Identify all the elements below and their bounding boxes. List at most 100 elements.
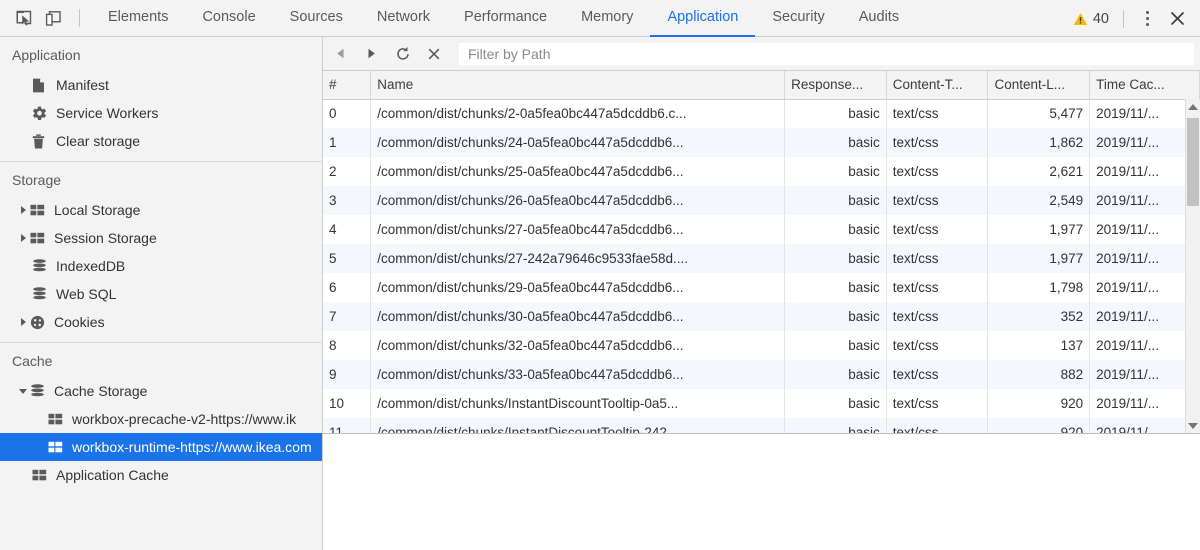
tab-elements[interactable]: Elements xyxy=(91,0,185,37)
sidebar-item-indexeddb[interactable]: IndexedDB xyxy=(0,252,322,280)
sidebar-item-clear-storage[interactable]: Clear storage xyxy=(0,127,322,155)
inspect-element-icon[interactable] xyxy=(8,4,38,32)
cell-content-length: 352 xyxy=(987,302,1091,331)
vertical-scrollbar[interactable] xyxy=(1185,99,1200,433)
cell-response-type: basic xyxy=(784,157,887,186)
delete-x-icon[interactable] xyxy=(420,41,447,67)
table-row[interactable]: 9 /common/dist/chunks/33-0a5fea0bc447a5d… xyxy=(323,360,1200,389)
warning-indicator[interactable]: 40 xyxy=(1069,11,1113,27)
database-glyph xyxy=(33,259,46,272)
toolbar-divider-right xyxy=(1123,9,1124,28)
scroll-up-arrow-icon[interactable] xyxy=(1186,99,1200,114)
cell-content-type: text/css xyxy=(886,244,989,273)
sidebar-item-service-workers[interactable]: Service Workers xyxy=(0,99,322,127)
sidebar-item-application-cache[interactable]: Application Cache xyxy=(0,461,322,489)
column-header-time-cached[interactable]: Time Cac... xyxy=(1089,71,1200,100)
column-header-content-length[interactable]: Content-L... xyxy=(987,71,1091,100)
cell-content-type: text/css xyxy=(886,186,989,215)
tab-label: Performance xyxy=(464,9,548,25)
refresh-icon[interactable] xyxy=(389,41,416,67)
tab-application[interactable]: Application xyxy=(650,0,756,37)
table-row[interactable]: 0 /common/dist/chunks/2-0a5fea0bc447a5dc… xyxy=(323,99,1200,128)
triangle-glyph xyxy=(20,234,26,242)
cell-name: /common/dist/chunks/InstantDiscountToolt… xyxy=(370,389,786,418)
table-row[interactable]: 4 /common/dist/chunks/27-0a5fea0bc447a5d… xyxy=(323,215,1200,244)
sidebar-item-workbox-runtime[interactable]: workbox-runtime-https://www.ikea.com xyxy=(0,433,322,461)
sidebar-item-label: Cookies xyxy=(54,314,105,330)
cell-content-type: text/css xyxy=(886,157,989,186)
cache-entries-table-wrap: # Name Response... Content-T... Content-… xyxy=(323,71,1200,434)
table-header: # Name Response... Content-T... Content-… xyxy=(323,71,1200,100)
column-header-index[interactable]: # xyxy=(323,71,372,100)
cell-time-cached: 2019/11/... xyxy=(1089,186,1200,215)
tab-sources[interactable]: Sources xyxy=(273,0,360,37)
table-row[interactable]: 7 /common/dist/chunks/30-0a5fea0bc447a5d… xyxy=(323,302,1200,331)
tab-security[interactable]: Security xyxy=(755,0,841,37)
sidebar-item-cookies[interactable]: Cookies xyxy=(0,308,322,336)
tab-console[interactable]: Console xyxy=(185,0,272,37)
cell-index: 2 xyxy=(323,157,372,186)
cell-content-length: 137 xyxy=(987,331,1091,360)
sidebar-item-label: workbox-precache-v2-https://www.ik xyxy=(72,411,297,427)
table-row[interactable]: 11 /common/dist/chunks/InstantDiscountTo… xyxy=(323,418,1200,433)
tab-label: Application xyxy=(667,9,739,25)
database-icon xyxy=(32,259,54,273)
cell-name: /common/dist/chunks/30-0a5fea0bc447a5dcd… xyxy=(370,302,786,331)
cell-content-length: 2,549 xyxy=(987,186,1091,215)
scroll-down-arrow-icon[interactable] xyxy=(1186,418,1200,433)
cookie-icon xyxy=(30,315,52,330)
sidebar-item-cache-storage[interactable]: Cache Storage xyxy=(0,377,322,405)
cell-time-cached: 2019/11/... xyxy=(1089,157,1200,186)
tab-performance[interactable]: Performance xyxy=(447,0,564,37)
scroll-down-glyph xyxy=(1188,422,1198,429)
sidebar-item-manifest[interactable]: Manifest xyxy=(0,71,322,99)
cell-content-type: text/css xyxy=(886,360,989,389)
cell-response-type: basic xyxy=(784,99,887,128)
tab-network[interactable]: Network xyxy=(360,0,447,37)
cell-name: /common/dist/chunks/25-0a5fea0bc447a5dcd… xyxy=(370,157,786,186)
tab-memory[interactable]: Memory xyxy=(564,0,650,37)
cell-name: /common/dist/chunks/26-0a5fea0bc447a5dcd… xyxy=(370,186,786,215)
cell-content-type: text/css xyxy=(886,331,989,360)
tab-label: Elements xyxy=(108,9,169,25)
table-row[interactable]: 1 /common/dist/chunks/24-0a5fea0bc447a5d… xyxy=(323,128,1200,157)
forward-arrow-icon[interactable] xyxy=(358,41,385,67)
chevron-right-icon[interactable] xyxy=(16,234,30,242)
sidebar-item-label: Local Storage xyxy=(54,202,141,218)
chevron-down-icon[interactable] xyxy=(16,388,30,394)
sidebar-item-label: Cache Storage xyxy=(54,383,148,399)
trash-glyph xyxy=(32,133,45,148)
chevron-right-icon[interactable] xyxy=(16,206,30,214)
sidebar-item-local-storage[interactable]: Local Storage xyxy=(0,196,322,224)
cache-filter-toolbar xyxy=(323,37,1200,71)
column-header-response-type[interactable]: Response... xyxy=(784,71,887,100)
close-icon[interactable] xyxy=(1160,4,1194,34)
column-header-content-type[interactable]: Content-T... xyxy=(886,71,989,100)
table-row[interactable]: 6 /common/dist/chunks/29-0a5fea0bc447a5d… xyxy=(323,273,1200,302)
chevron-right-icon[interactable] xyxy=(16,318,30,326)
sidebar-item-web-sql[interactable]: Web SQL xyxy=(0,280,322,308)
table-row[interactable]: 2 /common/dist/chunks/25-0a5fea0bc447a5d… xyxy=(323,157,1200,186)
table-header-row: # Name Response... Content-T... Content-… xyxy=(323,71,1200,100)
sidebar-item-session-storage[interactable]: Session Storage xyxy=(0,224,322,252)
cell-content-length: 1,977 xyxy=(987,215,1091,244)
filter-by-path-input[interactable] xyxy=(459,42,1194,65)
kebab-menu-icon[interactable] xyxy=(1134,6,1160,32)
device-toolbar-icon[interactable] xyxy=(38,4,68,32)
scroll-up-glyph xyxy=(1188,103,1198,110)
tab-audits[interactable]: Audits xyxy=(842,0,916,37)
table-row[interactable]: 5 /common/dist/chunks/27-242a79646c9533f… xyxy=(323,244,1200,273)
sidebar-item-workbox-precache[interactable]: workbox-precache-v2-https://www.ik xyxy=(0,405,322,433)
cell-content-length: 1,798 xyxy=(987,273,1091,302)
table-row[interactable]: 3 /common/dist/chunks/26-0a5fea0bc447a5d… xyxy=(323,186,1200,215)
table-row[interactable]: 8 /common/dist/chunks/32-0a5fea0bc447a5d… xyxy=(323,331,1200,360)
cache-preview-empty-area xyxy=(323,434,1200,550)
cell-name: /common/dist/chunks/32-0a5fea0bc447a5dcd… xyxy=(370,331,786,360)
column-header-name[interactable]: Name xyxy=(370,71,786,100)
table-grid-icon xyxy=(48,441,70,454)
back-arrow-icon[interactable] xyxy=(327,41,354,67)
triangle-glyph xyxy=(19,388,27,394)
table-row[interactable]: 10 /common/dist/chunks/InstantDiscountTo… xyxy=(323,389,1200,418)
scrollbar-thumb[interactable] xyxy=(1187,118,1199,206)
table-body: 0 /common/dist/chunks/2-0a5fea0bc447a5dc… xyxy=(323,99,1200,433)
